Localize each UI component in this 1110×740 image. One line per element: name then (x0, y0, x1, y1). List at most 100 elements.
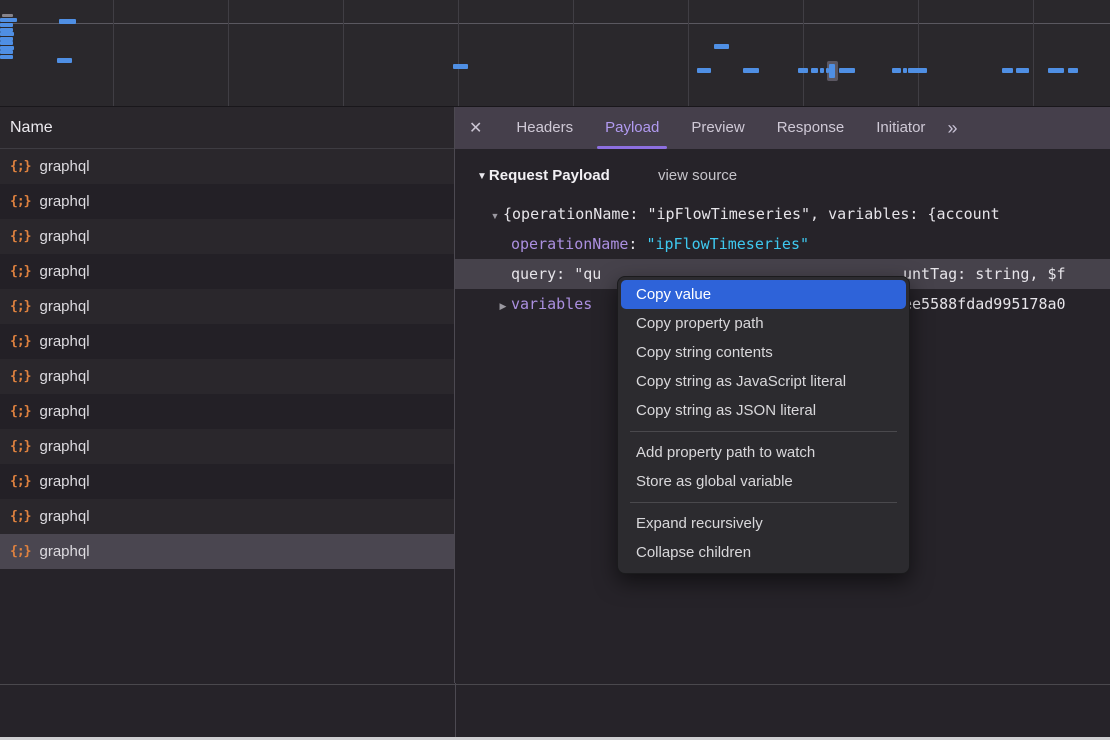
json-braces-icon: {;} (10, 464, 30, 499)
overview-gridline (228, 0, 229, 106)
collapsed-triangle-icon: ▶ (495, 291, 511, 321)
request-name-label: graphql (39, 149, 89, 184)
request-row[interactable]: {;} graphql (0, 429, 454, 464)
name-column-header[interactable]: Name (0, 107, 454, 149)
json-braces-icon: {;} (10, 254, 30, 289)
request-name-label: graphql (39, 289, 89, 324)
request-row[interactable]: {;}graphql (0, 499, 454, 534)
menu-item-copy-property-path[interactable]: Copy property path (621, 309, 906, 338)
property-key: operationName (511, 235, 628, 253)
root-object-preview: {operationName: "ipFlowTimeseries", vari… (503, 205, 1000, 223)
waterfall-bar (57, 58, 72, 63)
overview-gridline (343, 0, 344, 106)
menu-item-store-as-global-variable[interactable]: Store as global variable (621, 467, 906, 496)
json-braces-icon: {;} (10, 289, 30, 324)
waterfall-bar (714, 44, 729, 49)
menu-item-copy-string-as-javascript-literal[interactable]: Copy string as JavaScript literal (621, 367, 906, 396)
request-name-label: graphql (39, 184, 89, 219)
overview-gridline (113, 0, 114, 106)
key-separator: : (628, 235, 646, 253)
waterfall-bar (0, 23, 13, 27)
request-row[interactable]: {;} graphql (0, 149, 454, 184)
menu-item-add-property-path-to-watch[interactable]: Add property path to watch (621, 438, 906, 467)
name-column-label: Name (10, 119, 53, 136)
menu-separator (630, 431, 897, 432)
waterfall-bar (0, 41, 13, 45)
more-tabs-icon[interactable]: » (947, 118, 955, 139)
section-title: Request Payload (489, 167, 610, 184)
tab-response[interactable]: Response (761, 107, 861, 149)
menu-item-copy-string-contents[interactable]: Copy string contents (621, 338, 906, 367)
json-braces-icon: {;} (10, 324, 30, 359)
request-row[interactable]: {;} graphql (0, 289, 454, 324)
waterfall-bar (59, 19, 76, 24)
tab-initiator[interactable]: Initiator (860, 107, 941, 149)
overview-grey-tick (2, 14, 13, 17)
panel-divider (455, 683, 456, 737)
payload-root-row[interactable]: ▼{operationName: "ipFlowTimeseries", var… (455, 199, 1110, 229)
network-overview-timeline[interactable] (0, 0, 1110, 107)
waterfall-bar (1068, 68, 1078, 73)
waterfall-bar (0, 50, 13, 54)
view-source-link[interactable]: view source (658, 167, 737, 184)
status-footer-area (0, 684, 1110, 737)
waterfall-bar (892, 68, 901, 73)
waterfall-bar (829, 64, 835, 78)
json-braces-icon: {;} (10, 359, 30, 394)
overview-gridline (1033, 0, 1034, 106)
key-separator: : (556, 265, 574, 283)
waterfall-bar (1016, 68, 1029, 73)
menu-item-copy-string-as-json-literal[interactable]: Copy string as JSON literal (621, 396, 906, 425)
json-braces-icon: {;} (10, 499, 30, 534)
requests-list-panel: Name {;} graphql {;} graphql {;} graphql {;} gr… (0, 107, 455, 683)
property-value-string: "ipFlowTimeseries" (646, 235, 809, 253)
tab-headers[interactable]: Headers (500, 107, 589, 149)
json-braces-icon: {;} (10, 429, 30, 464)
request-row[interactable]: {;} graphql (0, 534, 454, 569)
waterfall-bar (1002, 68, 1013, 73)
context-menu: Copy valueCopy property pathCopy string … (617, 276, 910, 574)
request-row[interactable]: {;} graphql (0, 184, 454, 219)
request-name-label: graphql (39, 429, 89, 464)
tab-preview[interactable]: Preview (675, 107, 760, 149)
request-row[interactable]: {;}graphql (0, 359, 454, 394)
menu-item-copy-value[interactable]: Copy value (621, 280, 906, 309)
request-name-label: graphql (39, 534, 89, 569)
request-row[interactable]: {;} graphql (0, 254, 454, 289)
operation-name-row[interactable]: operationName: "ipFlowTimeseries" (455, 229, 1110, 259)
waterfall-bar (0, 18, 17, 22)
tab-payload[interactable]: Payload (589, 107, 675, 149)
overview-gridline (918, 0, 919, 106)
request-payload-section[interactable]: ▼Request Payload view source (455, 161, 1110, 191)
waterfall-bar (908, 68, 927, 73)
close-icon[interactable]: ✕ (469, 118, 482, 138)
section-expanded-icon: ▼ (477, 171, 487, 182)
json-braces-icon: {;} (10, 184, 30, 219)
query-value-continued: untTag: string, $f (903, 259, 1066, 289)
details-tabbar: ✕ HeadersPayloadPreviewResponseInitiator… (455, 107, 1110, 149)
overview-gridline (688, 0, 689, 106)
menu-separator (630, 502, 897, 503)
overview-horizontal-gridline (0, 23, 1110, 24)
overview-gridline (803, 0, 804, 106)
request-row[interactable]: {;}graphql (0, 219, 454, 254)
request-name-label: graphql (39, 324, 89, 359)
query-value-start: "qu (574, 265, 601, 283)
waterfall-bar (0, 55, 13, 59)
json-braces-icon: {;} (10, 149, 30, 184)
request-row[interactable]: {;} graphql (0, 464, 454, 499)
waterfall-bar (453, 64, 468, 69)
request-row[interactable]: {;}graphql (0, 394, 454, 429)
waterfall-bar (798, 68, 808, 73)
property-key: query (511, 265, 556, 283)
menu-item-collapse-children[interactable]: Collapse children (621, 538, 906, 567)
json-braces-icon: {;} (10, 534, 30, 569)
variables-preview-continued: ee5588fdad995178a0 (903, 289, 1066, 319)
menu-item-expand-recursively[interactable]: Expand recursively (621, 509, 906, 538)
devtools-network-window: Name {;} graphql {;} graphql {;} graphql {;} gr… (0, 0, 1110, 740)
request-name-label: graphql (39, 464, 89, 499)
request-row[interactable]: {;} graphql (0, 324, 454, 359)
json-braces-icon: {;} (10, 394, 30, 429)
request-name-label: graphql (39, 254, 89, 289)
request-name-label: graphql (39, 219, 89, 254)
